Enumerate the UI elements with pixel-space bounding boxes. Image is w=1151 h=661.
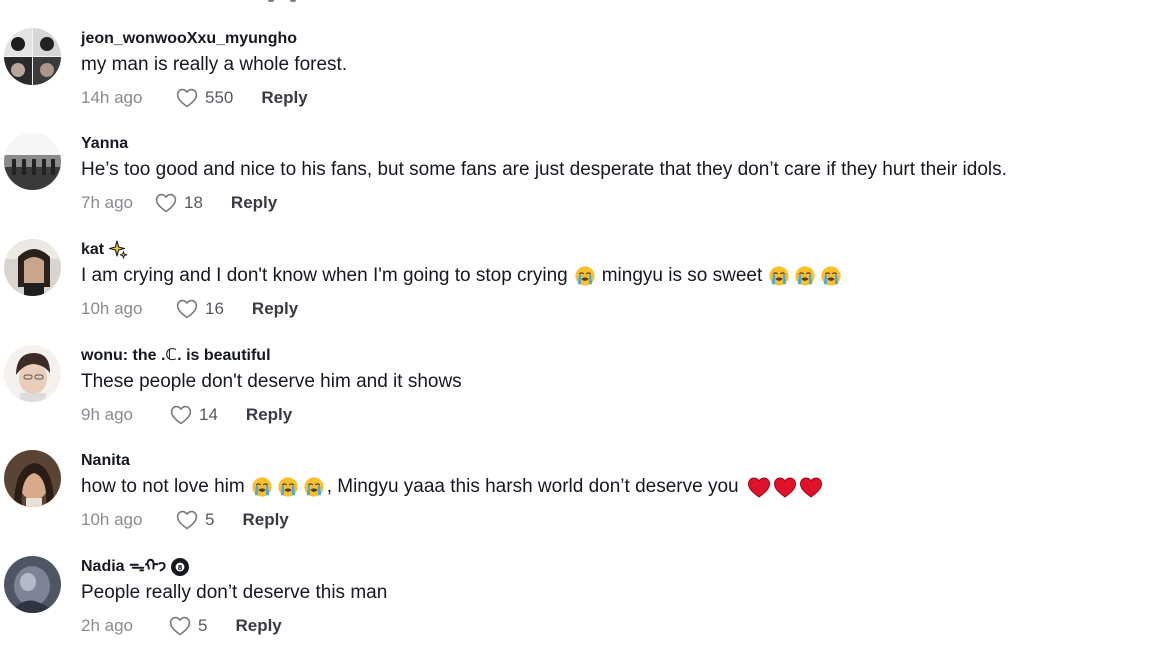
heart-outline-icon [175, 86, 199, 110]
avatar[interactable] [4, 239, 61, 296]
previous-comment-edge [0, 0, 1151, 6]
comment-item: Nadia ᯓᡣ𐭩 8 People really don’t deserve … [0, 556, 1151, 661]
loudly-crying-face-emoji [820, 265, 842, 287]
red-heart-emoji [773, 476, 797, 498]
avatar[interactable] [4, 345, 61, 402]
loudly-crying-face-emoji [794, 265, 816, 287]
comment-text: I am crying and I don't know when I'm go… [81, 263, 1131, 289]
like-count: 16 [205, 299, 224, 318]
reply-button[interactable]: Reply [235, 616, 281, 636]
eight-ball-icon: 8 [171, 558, 190, 576]
loudly-crying-face-emoji [303, 476, 325, 498]
comment-timestamp: 7h ago [81, 193, 133, 212]
like-button[interactable]: 14 [169, 403, 218, 427]
loudly-crying-face-emoji [768, 265, 790, 287]
avatar[interactable] [4, 133, 61, 190]
heart-outline-icon [169, 403, 193, 427]
like-count: 14 [199, 405, 218, 424]
heart-outline-icon [154, 191, 178, 215]
avatar[interactable] [4, 450, 61, 507]
heart-outline-icon [175, 508, 199, 532]
comment-text: People really don’t deserve this man [81, 582, 388, 603]
comment-username[interactable]: Nanita [81, 450, 1131, 472]
comment-username[interactable]: jeon_wonwooXxu_myungho [81, 28, 1131, 50]
avatar[interactable] [4, 28, 61, 85]
comment-item: Nanita how to not love him , Mingyu yaaa… [0, 450, 1151, 555]
comment-item: wonu: the .ℂ. is beautiful These people … [0, 345, 1151, 450]
comment-username[interactable]: Nadia ᯓᡣ𐭩 8 [81, 556, 1131, 578]
comment-text: my man is really a whole forest. [81, 54, 348, 75]
comment-timestamp: 10h ago [81, 510, 143, 529]
red-heart-emoji [747, 476, 771, 498]
comment-text: These people don't deserve him and it sh… [81, 371, 462, 392]
comment-text: how to not love him , Mingyu yaaa this h… [81, 474, 1131, 500]
reply-button[interactable]: Reply [246, 405, 292, 425]
like-button[interactable]: 16 [175, 297, 224, 321]
like-button[interactable]: 5 [175, 508, 214, 532]
comment-username[interactable]: kat [81, 239, 1131, 261]
comment-username[interactable]: wonu: the .ℂ. is beautiful [81, 345, 1131, 367]
heart-outline-icon [168, 614, 192, 638]
comment-item: Yanna He’s too good and nice to his fans… [0, 133, 1151, 238]
comment-username[interactable]: Yanna [81, 133, 1131, 155]
reply-button[interactable]: Reply [231, 193, 277, 213]
like-button[interactable]: 5 [168, 614, 207, 638]
loudly-crying-face-emoji [251, 476, 273, 498]
comment-text: He’s too good and nice to his fans, but … [81, 159, 1007, 180]
like-count: 5 [198, 616, 208, 635]
red-heart-emoji [799, 476, 823, 498]
like-button[interactable]: 550 [175, 86, 233, 110]
svg-text:8: 8 [178, 564, 183, 572]
comment-timestamp: 14h ago [81, 88, 143, 107]
avatar[interactable] [4, 556, 61, 613]
comment-timestamp: 10h ago [81, 299, 143, 318]
loudly-crying-face-emoji [574, 265, 596, 287]
comment-item: jeon_wonwooXxu_myungho my man is really … [0, 28, 1151, 133]
like-button[interactable]: 18 [154, 191, 203, 215]
reply-button[interactable]: Reply [261, 88, 307, 108]
like-count: 5 [205, 510, 215, 529]
reply-button[interactable]: Reply [252, 299, 298, 319]
loudly-crying-face-emoji [277, 476, 299, 498]
sparkles-icon [109, 240, 128, 259]
like-count: 18 [184, 193, 203, 212]
like-count: 550 [205, 88, 234, 107]
comment-timestamp: 9h ago [81, 405, 133, 424]
comment-timestamp: 2h ago [81, 616, 133, 635]
heart-outline-icon [175, 297, 199, 321]
reply-button[interactable]: Reply [242, 510, 288, 530]
comment-item: kat I am crying and I don't know when I'… [0, 239, 1151, 344]
